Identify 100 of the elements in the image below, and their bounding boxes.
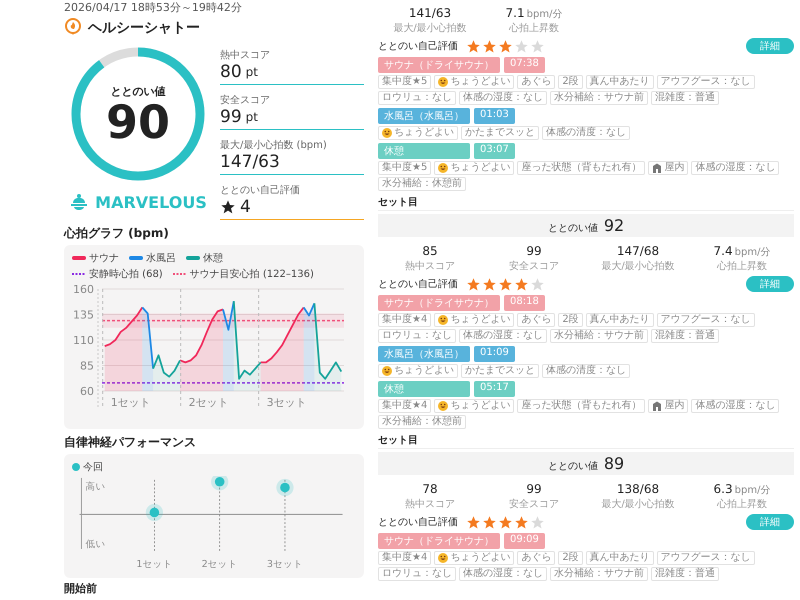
tag-text: 2段 bbox=[562, 314, 579, 326]
star-icon bbox=[514, 514, 529, 530]
star-icon bbox=[498, 276, 513, 292]
x-tick-label: 2セット bbox=[188, 396, 229, 409]
y-tick-label: 110 bbox=[73, 334, 94, 347]
stat-unit: pt bbox=[246, 65, 258, 79]
data-point bbox=[276, 478, 294, 496]
star-icon bbox=[466, 276, 481, 292]
stat-value: 80 bbox=[220, 62, 242, 82]
axis-label: 高い bbox=[85, 481, 106, 492]
stat-label: 安全スコア bbox=[509, 260, 559, 273]
tag-text: かたまでスッと bbox=[465, 365, 535, 377]
star-icon bbox=[498, 514, 513, 530]
stat-label: 最大/最小心拍数 bbox=[601, 498, 675, 511]
tag-text: 混雑度：普通 bbox=[655, 92, 715, 104]
tag-text: あぐら bbox=[521, 314, 552, 326]
tag-text: ちょうどよい bbox=[450, 314, 510, 326]
section-title: 開始前 bbox=[64, 581, 98, 596]
score-label: ととのい値 bbox=[548, 460, 598, 473]
star-icon bbox=[514, 276, 529, 292]
tag-text: 体感の湿度：なし bbox=[695, 162, 776, 174]
score-value: 92 bbox=[604, 216, 624, 235]
stat-value: 6.3 bbox=[714, 482, 733, 496]
star-icon bbox=[466, 514, 481, 530]
tag-text: ちょうどよい bbox=[394, 127, 454, 139]
x-tick-label: 3セット bbox=[266, 559, 304, 570]
tag-text: 混雑度：普通 bbox=[655, 568, 715, 580]
step-time: 07:38 bbox=[504, 57, 545, 73]
stat-label: 最大/最小心拍数 bbox=[393, 22, 467, 35]
facility-name: ヘルシーシャトー bbox=[88, 19, 200, 37]
x-tick-label: 1セット bbox=[110, 396, 151, 409]
legend-label: 今回 bbox=[83, 461, 103, 474]
star-icon bbox=[514, 38, 529, 54]
tag-text: 体感の清度：なし bbox=[546, 365, 626, 377]
step-time: 01:09 bbox=[474, 346, 515, 362]
tag-text: ロウリュ：なし bbox=[382, 330, 452, 342]
step-name: サウナ（ドライサウナ） bbox=[378, 295, 500, 311]
tag-text: 屋内 bbox=[664, 162, 684, 174]
tag-text: 水分補給：休憩前 bbox=[382, 416, 462, 428]
stat-value: 147/68 bbox=[616, 244, 660, 258]
stat-value: 78 bbox=[422, 482, 438, 496]
tag-text: 真ん中あたり bbox=[590, 76, 650, 88]
tag-text: 水分補給：サウナ前 bbox=[554, 92, 644, 104]
step-name: サウナ（ドライサウナ） bbox=[378, 533, 500, 549]
x-tick-label: 1セット bbox=[136, 559, 172, 570]
stat-value: 7.4 bbox=[714, 244, 733, 258]
stat-unit: bpm/分 bbox=[734, 485, 770, 496]
section-title: 自律神経パフォーマンス bbox=[64, 434, 197, 451]
x-tick-label: 2セット bbox=[202, 559, 238, 570]
y-tick-label: 85 bbox=[80, 360, 94, 372]
stat-value: 147/63 bbox=[220, 152, 280, 172]
stat-unit: bpm/分 bbox=[734, 247, 770, 258]
stat-value: 85 bbox=[422, 244, 438, 258]
legend-label: 水風呂 bbox=[146, 252, 176, 265]
section-title: 心拍グラフ (bpm) bbox=[64, 225, 170, 242]
stat-value: 99 bbox=[526, 244, 542, 258]
building-icon bbox=[652, 401, 662, 411]
smiley-icon bbox=[382, 366, 392, 376]
smiley-icon bbox=[438, 401, 448, 411]
stat-label: 心拍上昇数 bbox=[717, 260, 767, 273]
stat-unit: pt bbox=[246, 110, 258, 124]
data-point bbox=[146, 504, 164, 522]
tag-text: アウフグース：なし bbox=[660, 314, 751, 326]
score-value: 90 bbox=[106, 98, 170, 144]
detail-button[interactable]: 詳細 bbox=[746, 514, 794, 530]
score-label: ととのい値 bbox=[110, 84, 166, 98]
step-time: 05:17 bbox=[474, 381, 515, 397]
star-icon bbox=[498, 38, 513, 54]
star-icon bbox=[482, 514, 497, 530]
legend-label: 安静時心拍 (68) bbox=[89, 268, 163, 281]
tag-text: 体感の湿度：なし bbox=[463, 92, 543, 104]
stat-value: 99 bbox=[220, 107, 242, 127]
tag-text: アウフグース：なし bbox=[660, 552, 751, 564]
tag-text: ちょうどよい bbox=[450, 76, 510, 88]
tag-text: 真ん中あたり bbox=[590, 314, 650, 326]
stat-value: 7.1 bbox=[506, 6, 525, 20]
stat-label: 最大/最小心拍数 (bpm) bbox=[220, 138, 328, 152]
step-name: 休憩 bbox=[378, 381, 470, 397]
tag-text: 2段 bbox=[562, 552, 579, 564]
star-icon bbox=[466, 38, 481, 54]
legend-dot bbox=[72, 463, 80, 471]
star-icon bbox=[220, 199, 236, 215]
smiley-icon bbox=[438, 163, 448, 173]
detail-button[interactable]: 詳細 bbox=[746, 38, 794, 54]
score-value: 89 bbox=[604, 454, 624, 473]
stat-label: 安全スコア bbox=[509, 498, 559, 511]
tag-text: 水分補給：休憩前 bbox=[382, 178, 462, 190]
hat-icon bbox=[69, 192, 90, 212]
stat-label: 熱中スコア bbox=[405, 498, 455, 511]
smiley-icon bbox=[438, 553, 448, 563]
tag-text: ちょうどよい bbox=[450, 400, 510, 412]
tag-text: 体感の湿度：なし bbox=[463, 330, 543, 342]
tag-text: 座った状態（背もたれ有） bbox=[521, 400, 642, 412]
stat-value: 4 bbox=[240, 197, 251, 217]
detail-button[interactable]: 詳細 bbox=[746, 276, 794, 292]
smiley-icon bbox=[438, 315, 448, 325]
tag-text: あぐら bbox=[521, 552, 552, 564]
tag-text: あぐら bbox=[521, 76, 552, 88]
stat-label: 安全スコア bbox=[220, 94, 271, 107]
rating-label: ととのい自己評価 bbox=[378, 40, 458, 53]
